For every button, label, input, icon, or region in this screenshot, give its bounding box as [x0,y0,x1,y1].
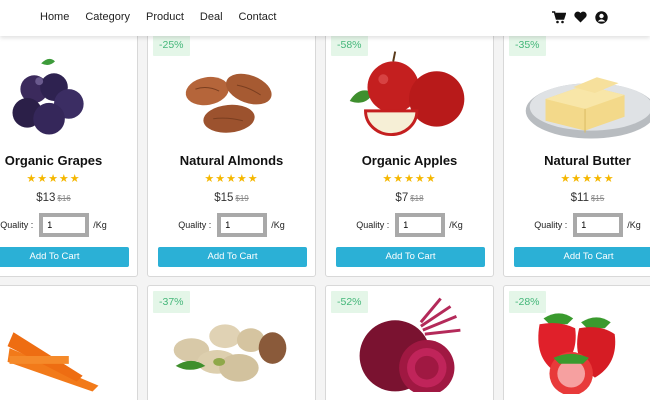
current-price: $11 [570,192,589,204]
quantity-input[interactable] [217,213,268,237]
quality-label: Quality : [534,220,568,230]
current-price: $15 [214,192,234,204]
add-to-cart-button[interactable]: Add To Cart [158,247,307,267]
top-navbar: Home Category Product Deal Contact [0,0,650,36]
product-card[interactable]: % Organic Grapes ★★★★★ $13$16 Quality :/… [0,28,138,277]
product-card[interactable]: -37% [147,285,316,400]
product-card[interactable]: -58% Organic Apples ★★★★★ $7 $18 Quality … [325,28,494,277]
cart-icon[interactable] [552,10,566,24]
quantity-row: Quality : /Kg [504,213,650,237]
price: $13 $16 [0,192,137,204]
quality-label: Quality : [356,220,390,230]
quality-label: Quality : [0,220,34,230]
product-image-carrots [7,332,99,392]
quantity-row: Quality : /Kg [148,213,315,237]
old-price: $15 [590,194,605,203]
nav-home[interactable]: Home [40,11,69,23]
product-image-butter [525,77,650,139]
current-price: $7 [395,192,409,204]
nav-category[interactable]: Category [85,11,130,23]
quantity-row: Quality : /Kg [0,213,137,237]
product-image-grapes [12,58,84,135]
quantity-input[interactable] [573,213,624,237]
unit-label: /Kg [627,220,641,230]
rating-stars: ★★★★★ [204,173,259,185]
add-to-cart-button[interactable]: Add To Cart [336,247,485,267]
current-price: $13 [36,192,56,204]
quantity-row: Quality : /Kg [326,213,493,237]
product-name: Organic Apples [361,153,458,168]
product-image-apples [349,51,465,137]
nav-deal[interactable]: Deal [200,11,223,23]
rating-stars: ★★★★★ [26,173,81,185]
nav-contact[interactable]: Contact [239,11,277,23]
product-card[interactable]: -52% [325,285,494,400]
old-price: $16 [57,194,71,203]
quantity-input[interactable] [39,213,90,237]
account-icon[interactable] [594,10,608,24]
rating-stars: ★★★★★ [560,173,615,185]
unit-label: /Kg [93,220,107,230]
unit-label: /Kg [449,220,463,230]
price: $11 $15 [504,192,650,204]
product-card[interactable]: -28% [503,285,650,400]
add-to-cart-button[interactable]: Add To Cart [0,247,129,267]
product-name: Natural Butter [544,153,631,168]
price: $7 $18 [326,192,493,204]
product-image-beetroot [359,297,461,392]
product-card[interactable]: -25% Natural Almonds ★★★★★ $15 $19 Qualit… [147,28,316,277]
nav-icons [552,10,608,24]
old-price: $18 [410,194,424,203]
quantity-input[interactable] [395,213,446,237]
nav-product[interactable]: Product [146,11,184,23]
add-to-cart-button[interactable]: Add To Cart [514,247,650,267]
product-name: Natural Almonds [179,153,284,168]
quality-label: Quality : [178,220,212,230]
product-image-strawberries [538,313,616,394]
product-grid: % Organic Grapes ★★★★★ $13$16 Quality : /… [0,0,650,400]
product-name: Organic Grapes [4,153,103,168]
product-card[interactable]: -35% Natural Butter ★★★★★ $11 $15 Quality… [503,28,650,277]
old-price: $19 [235,194,249,203]
rating-stars: ★★★★★ [382,173,437,185]
nav-links: Home Category Product Deal Contact [40,11,292,23]
product-image-pistachios [173,324,287,382]
product-image-almonds [185,73,272,133]
product-card[interactable]: % [0,285,138,400]
heart-icon[interactable] [573,10,587,24]
price: $15 $19 [148,192,315,204]
unit-label: /Kg [271,220,285,230]
